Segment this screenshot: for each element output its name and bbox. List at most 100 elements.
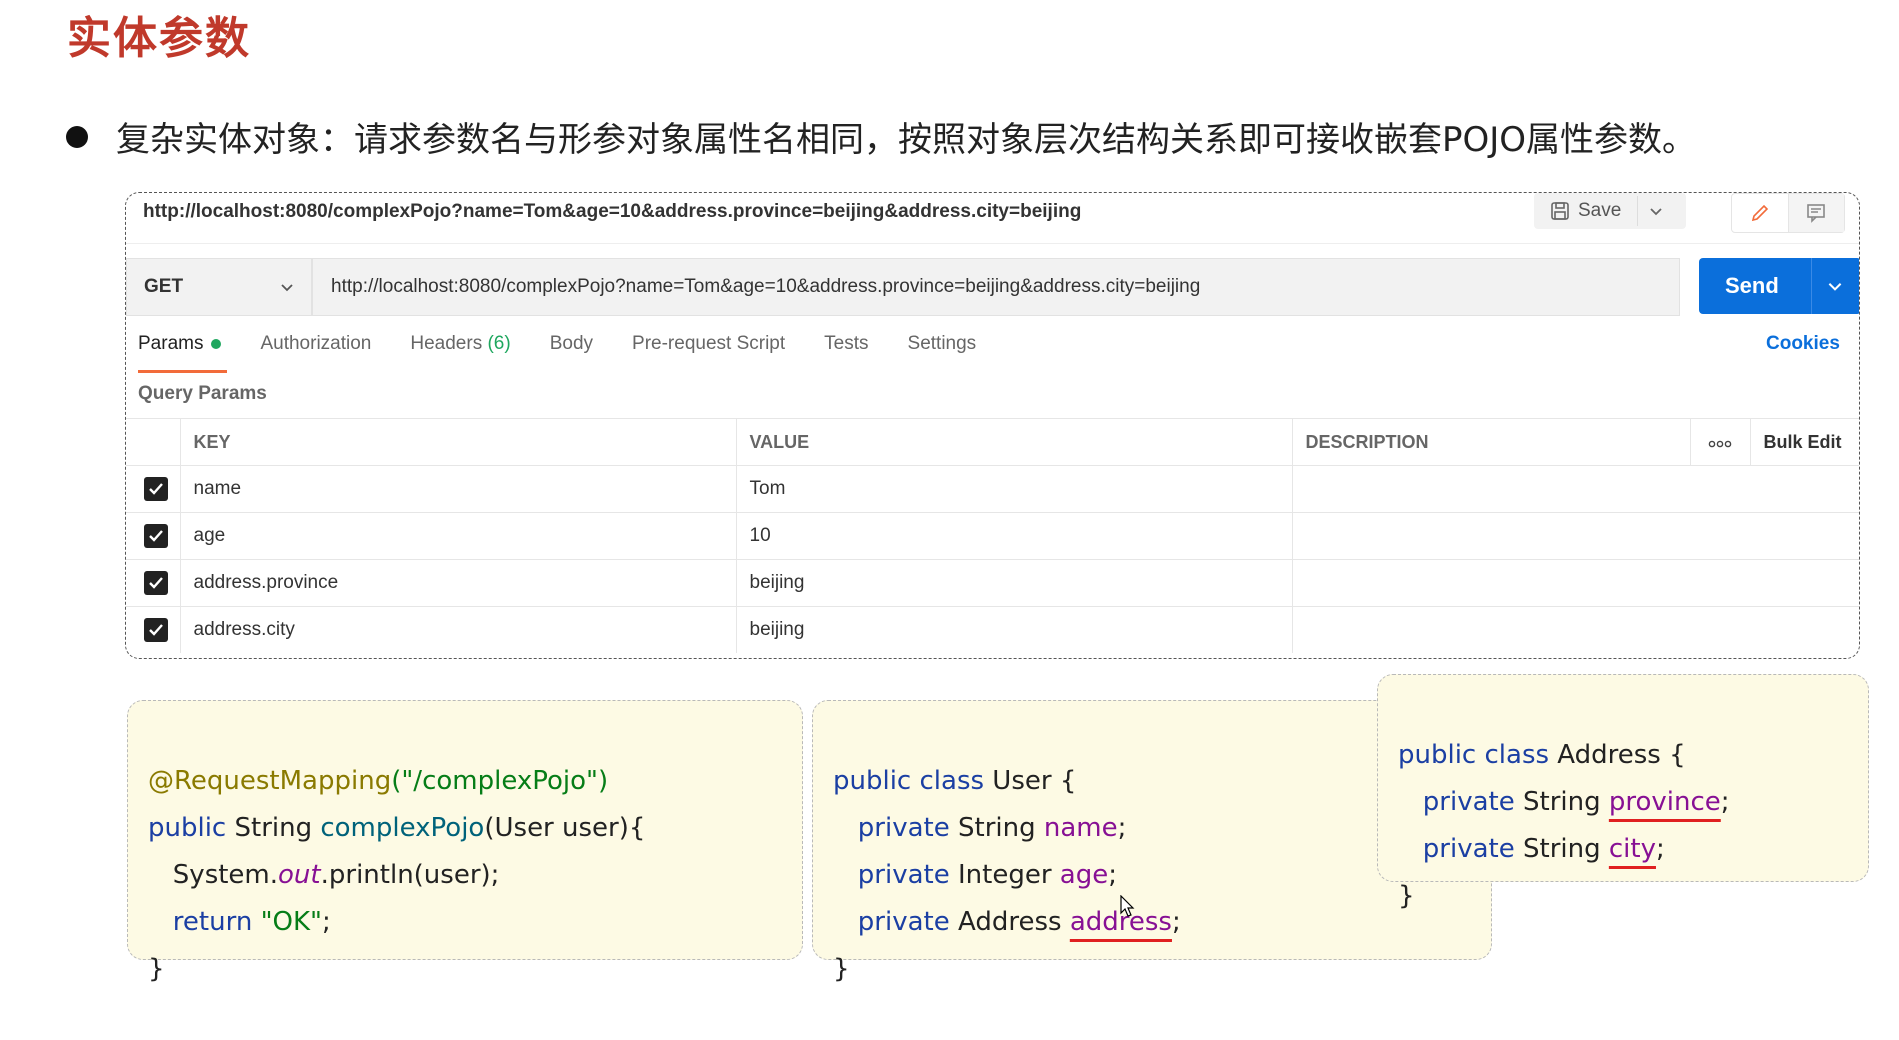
param-value[interactable]: beijing <box>735 559 1292 607</box>
chevron-down-icon <box>281 284 293 292</box>
url-text: http://localhost:8080/complexPojo?name=T… <box>331 276 1201 297</box>
bullet-text: 复杂实体对象：请求参数名与形参对象属性名相同，按照对象层次结构关系即可接收嵌套P… <box>116 120 1697 160</box>
param-key[interactable]: address.province <box>179 559 736 607</box>
bullet-dot-icon <box>66 125 88 148</box>
code-line: public String complexPojo(User user){ <box>148 805 782 852</box>
code-line: public class User { <box>833 758 1471 805</box>
code-line: System.out.println(user); <box>148 852 782 899</box>
param-key[interactable]: age <box>179 512 736 560</box>
save-icon <box>1551 202 1569 220</box>
param-description[interactable] <box>1291 606 1859 653</box>
param-description[interactable] <box>1291 512 1859 560</box>
keyword: public class <box>833 766 985 796</box>
mouse-cursor-icon <box>1120 895 1135 917</box>
param-key[interactable]: name <box>179 465 736 513</box>
tab-prerequest-script[interactable]: Pre-request Script <box>632 333 785 373</box>
path-literal: ("/complexPojo") <box>391 766 609 796</box>
query-params-label: Query Params <box>138 383 267 404</box>
request-header-bar: http://localhost:8080/complexPojo?name=T… <box>126 193 1859 244</box>
code-line: } <box>833 954 850 984</box>
class-name: Address { <box>1549 740 1686 770</box>
method-label: GET <box>144 276 184 297</box>
param-value[interactable]: 10 <box>735 512 1292 560</box>
row-checkbox[interactable] <box>126 465 180 513</box>
code-line: } <box>1398 881 1415 911</box>
code-line: private String name; <box>833 805 1471 852</box>
semicolon: ; <box>322 907 331 937</box>
checkmark-icon[interactable] <box>144 524 168 548</box>
param-value[interactable]: beijing <box>735 606 1292 653</box>
row-checkbox[interactable] <box>126 559 180 607</box>
chevron-down-icon[interactable] <box>1826 277 1844 295</box>
send-button[interactable]: Send <box>1699 258 1859 314</box>
table-row: age 10 <box>126 512 1859 560</box>
save-divider <box>1637 196 1639 226</box>
tab-headers-label: Headers <box>410 333 483 354</box>
table-row: address.province beijing <box>126 559 1859 607</box>
bullet-point: 复杂实体对象：请求参数名与形参对象属性名相同，按照对象层次结构关系即可接收嵌套P… <box>66 112 1696 161</box>
param-description[interactable] <box>1291 465 1859 513</box>
bulk-edit-button[interactable]: Bulk Edit <box>1749 418 1859 466</box>
field-name: name <box>1043 813 1118 843</box>
field-name-underlined: province <box>1608 787 1721 817</box>
println-call: .println(user); <box>320 860 500 890</box>
table-header-row: KEY VALUE DESCRIPTION Bulk Edit <box>126 418 1859 466</box>
class-name: User { <box>984 766 1077 796</box>
tab-headers[interactable]: Headers (6) <box>410 333 510 373</box>
table-row: address.city beijing <box>126 606 1859 653</box>
method-params: (User user){ <box>484 813 646 843</box>
pencil-icon[interactable] <box>1732 194 1788 232</box>
row-checkbox[interactable] <box>126 606 180 653</box>
column-value: VALUE <box>735 418 1292 466</box>
keyword: private <box>1422 834 1515 864</box>
address-class-code-block: public class Address { private String pr… <box>1377 674 1869 911</box>
tab-settings[interactable]: Settings <box>908 333 977 373</box>
system-ref: System. <box>172 860 279 890</box>
return-literal: "OK" <box>260 907 322 937</box>
keyword: public class <box>1398 740 1550 770</box>
field-type: Integer <box>949 860 1060 890</box>
comment-icon[interactable] <box>1787 194 1844 232</box>
param-key[interactable]: address.city <box>179 606 736 653</box>
chevron-down-icon[interactable] <box>1648 203 1664 219</box>
save-button[interactable]: Save <box>1534 193 1686 229</box>
semicolon: ; <box>1655 834 1665 864</box>
cookies-link[interactable]: Cookies <box>1766 333 1840 355</box>
headers-count: (6) <box>487 333 511 354</box>
semicolon: ; <box>1108 860 1117 890</box>
field-type: String <box>949 813 1044 843</box>
tab-tests[interactable]: Tests <box>824 333 868 373</box>
field-type: String <box>1514 787 1609 817</box>
field-name-underlined: city <box>1608 834 1656 864</box>
code-line: private String province; <box>1398 779 1848 826</box>
request-title: http://localhost:8080/complexPojo?name=T… <box>143 201 1082 222</box>
param-value[interactable]: Tom <box>735 465 1292 513</box>
field-type: Address <box>949 907 1070 937</box>
return-type: String <box>226 813 321 843</box>
tab-params[interactable]: Params <box>138 333 228 373</box>
code-line: private Integer age; <box>833 852 1471 899</box>
code-line: @RequestMapping("/complexPojo") <box>148 758 782 805</box>
more-options-icon[interactable] <box>1689 418 1750 466</box>
row-checkbox[interactable] <box>126 512 180 560</box>
url-input[interactable]: http://localhost:8080/complexPojo?name=T… <box>312 258 1680 316</box>
param-description[interactable] <box>1291 559 1859 607</box>
method-select[interactable]: GET <box>126 258 312 316</box>
keyword: private <box>857 860 950 890</box>
header-checkbox-cell <box>126 418 180 466</box>
keyword: private <box>857 813 950 843</box>
controller-code-block: @RequestMapping("/complexPojo") public St… <box>127 700 803 984</box>
code-line: public class Address { <box>1398 732 1848 779</box>
checkmark-icon[interactable] <box>144 571 168 595</box>
semicolon: ; <box>1117 813 1127 843</box>
field-type: String <box>1514 834 1609 864</box>
tab-params-label: Params <box>138 333 204 354</box>
tab-authorization[interactable]: Authorization <box>260 333 371 373</box>
edit-toolbar <box>1731 193 1845 233</box>
column-key: KEY <box>179 418 736 466</box>
request-tabs: Params Authorization Headers (6) Body Pr… <box>138 333 1015 373</box>
keyword: public <box>148 813 227 843</box>
tab-body[interactable]: Body <box>550 333 593 373</box>
checkmark-icon[interactable] <box>144 477 168 501</box>
checkmark-icon[interactable] <box>144 618 168 642</box>
